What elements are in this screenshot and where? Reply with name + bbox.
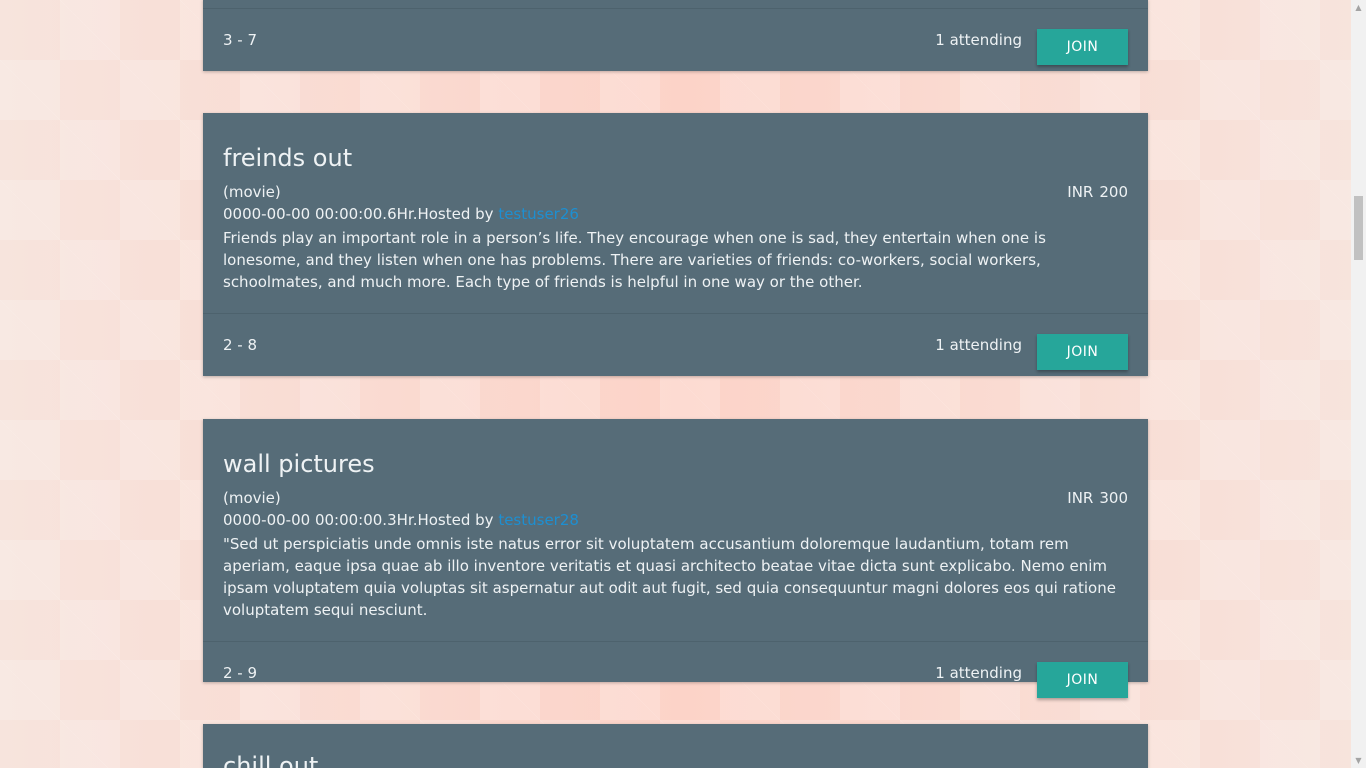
event-age-range: 2 - 9 [223,664,258,682]
event-datetime: 0000-00-00 00:00:00.3Hr.Hosted by [223,511,494,529]
scroll-down-arrow-icon[interactable]: ▼ [1351,753,1366,768]
event-card: 3 - 7 1 attending JOIN [203,0,1148,71]
event-price: INR 200 [1067,181,1128,203]
event-host-line: 0000-00-00 00:00:00.6Hr.Hosted by testus… [223,203,1128,225]
event-card: freinds out (movie) INR 200 0000-00-00 0… [203,113,1148,376]
event-title: freinds out [223,144,353,172]
event-card: chill out [203,724,1148,768]
attending-count: 1 attending [935,336,1022,354]
price-amount: 200 [1099,183,1128,201]
join-button[interactable]: JOIN [1037,29,1128,65]
host-link[interactable]: testuser26 [498,205,579,223]
price-currency: INR [1067,183,1094,201]
page-scrollbar[interactable]: ▲ ▼ [1351,0,1366,768]
event-card-footer: 2 - 9 1 attending JOIN [203,641,1148,704]
event-datetime: 0000-00-00 00:00:00.6Hr.Hosted by [223,205,494,223]
event-description: Friends play an important role in a pers… [223,229,1046,291]
join-button[interactable]: JOIN [1037,662,1128,698]
event-meta-row: (movie) INR 200 [223,181,1128,203]
price-currency: INR [1067,489,1094,507]
scroll-up-arrow-icon[interactable]: ▲ [1351,0,1366,15]
event-age-range: 2 - 8 [223,336,258,354]
event-card-footer: 3 - 7 1 attending JOIN [203,8,1148,71]
event-card-footer: 2 - 8 1 attending JOIN [203,313,1148,376]
event-category: (movie) [223,183,281,201]
attending-count: 1 attending [935,664,1022,682]
event-card-body: wall pictures (movie) INR 300 0000-00-00… [203,419,1148,641]
event-card: wall pictures (movie) INR 300 0000-00-00… [203,419,1148,698]
attending-count: 1 attending [935,31,1022,49]
event-meta-row: (movie) INR 300 [223,487,1128,509]
event-card-body: chill out [203,724,1148,768]
event-age-range: 3 - 7 [223,31,258,49]
event-host-line: 0000-00-00 00:00:00.3Hr.Hosted by testus… [223,509,1128,531]
host-link[interactable]: testuser28 [498,511,579,529]
scrollbar-thumb[interactable] [1354,196,1363,260]
event-card-body: freinds out (movie) INR 200 0000-00-00 0… [203,113,1148,313]
event-price: INR 300 [1067,487,1128,509]
event-title: wall pictures [223,450,375,478]
join-button[interactable]: JOIN [1037,334,1128,370]
event-description: "Sed ut perspiciatis unde omnis iste nat… [223,535,1116,619]
event-category: (movie) [223,489,281,507]
price-amount: 300 [1099,489,1128,507]
event-title: chill out [223,752,319,768]
